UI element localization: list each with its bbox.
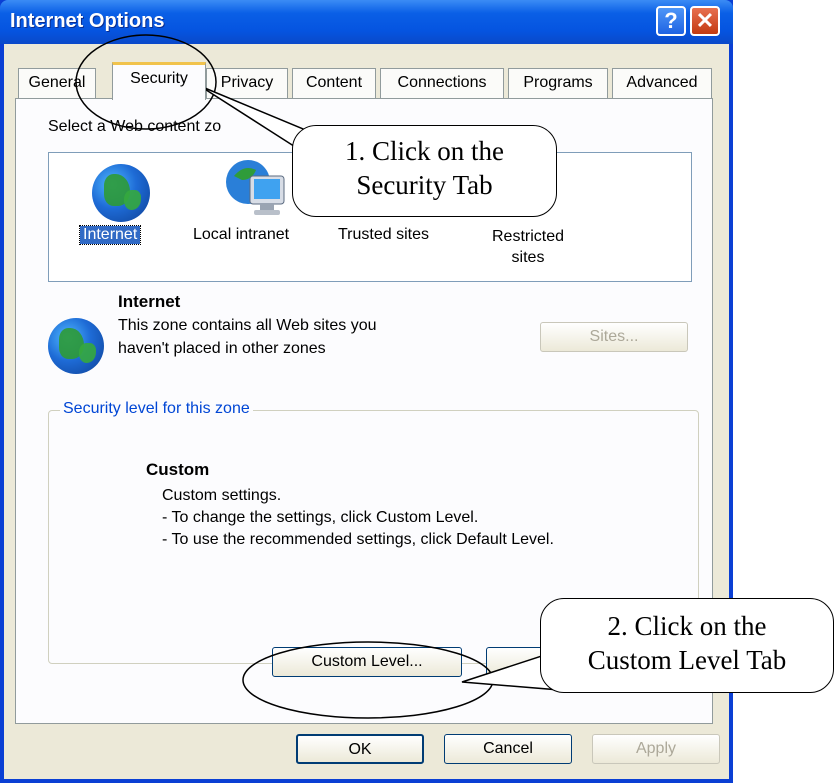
callout-step2: 2. Click on the Custom Level Tab: [540, 598, 834, 693]
callout-step1-line2: Security Tab: [356, 170, 493, 200]
tab-security[interactable]: Security: [112, 62, 206, 100]
callout-step1: 1. Click on the Security Tab: [292, 125, 557, 217]
callout-step2-line2: Custom Level Tab: [587, 645, 787, 675]
callout-step2-line1: 2. Click on the: [607, 611, 767, 641]
callout-step1-line1: 1. Click on the: [345, 136, 504, 166]
